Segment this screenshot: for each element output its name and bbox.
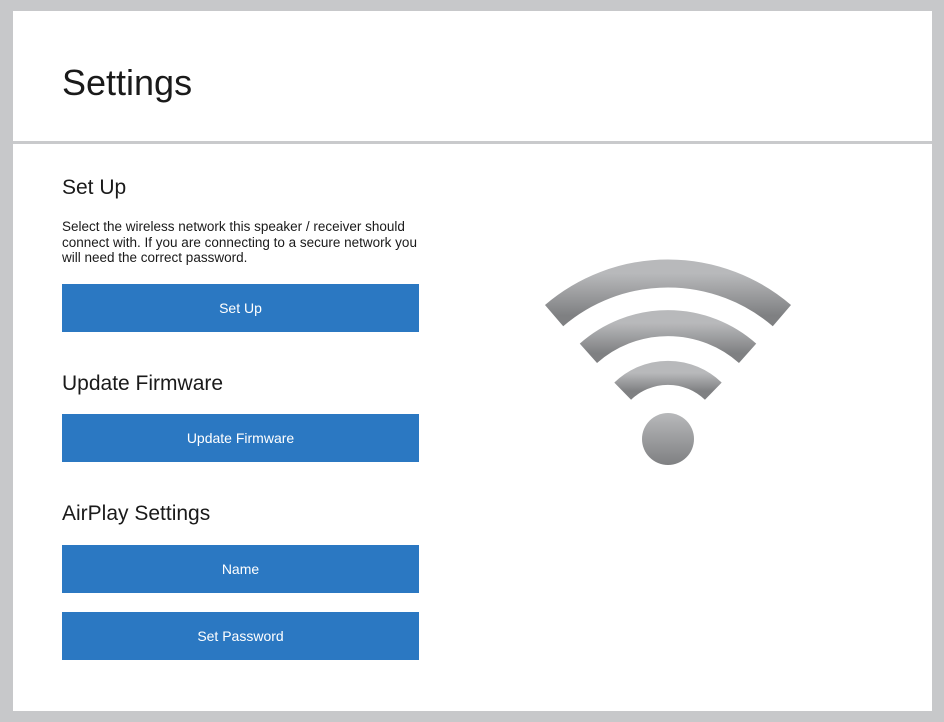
setup-description: Select the wireless network this speaker… (62, 219, 417, 265)
update-firmware-heading: Update Firmware (62, 372, 224, 395)
page-title: Settings (62, 62, 193, 103)
setup-heading: Set Up (62, 176, 127, 199)
airplay-settings-heading: AirPlay Settings (62, 502, 211, 525)
wifi-outer-arc (544, 259, 792, 327)
settings-panel: Settings Set Up Select the wireless netw… (13, 11, 932, 711)
wifi-dot (642, 413, 694, 465)
page-header: Settings (13, 11, 932, 141)
header-divider (13, 141, 932, 144)
wifi-icon (544, 259, 792, 465)
wifi-inner-arc (614, 360, 722, 401)
setup-button[interactable]: Set Up (62, 284, 419, 332)
airplay-name-button[interactable]: Name (62, 545, 419, 593)
wifi-middle-arc (579, 310, 757, 364)
set-password-button[interactable]: Set Password (62, 612, 419, 660)
update-firmware-button[interactable]: Update Firmware (62, 414, 419, 462)
